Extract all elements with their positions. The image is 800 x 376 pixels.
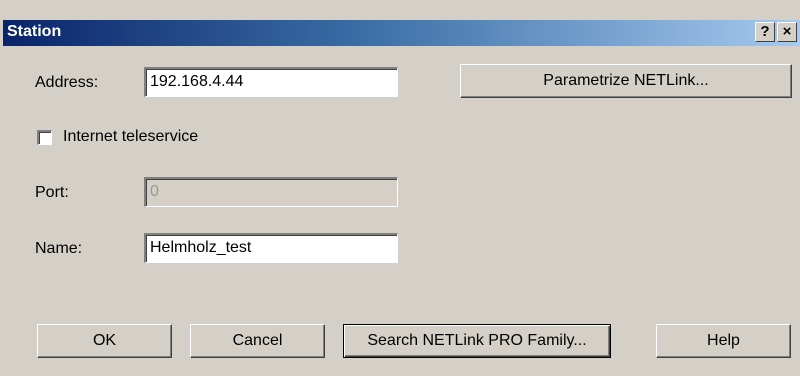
port-input: 0	[144, 177, 398, 207]
help-button[interactable]: Help	[656, 324, 791, 358]
address-label: Address:	[35, 74, 99, 91]
address-input[interactable]: 192.168.4.44	[144, 67, 398, 97]
internet-teleservice-checkbox[interactable]	[37, 130, 52, 145]
window-title: Station	[7, 23, 62, 40]
station-dialog: Station ? × Address: 192.168.4.44 Parame…	[0, 0, 800, 376]
parametrize-netlink-button[interactable]: Parametrize NETLink...	[460, 64, 792, 98]
internet-teleservice-label[interactable]: Internet teleservice	[63, 128, 198, 146]
port-label: Port:	[35, 184, 69, 201]
close-icon[interactable]: ×	[777, 22, 797, 42]
name-input[interactable]: Helmholz_test	[144, 233, 398, 263]
ok-button[interactable]: OK	[37, 324, 172, 358]
title-bar[interactable]: Station ? ×	[3, 20, 800, 46]
name-label: Name:	[35, 240, 83, 257]
help-icon[interactable]: ?	[755, 22, 775, 42]
cancel-button[interactable]: Cancel	[190, 324, 325, 358]
search-netlink-button[interactable]: Search NETLink PRO Family...	[343, 324, 611, 358]
